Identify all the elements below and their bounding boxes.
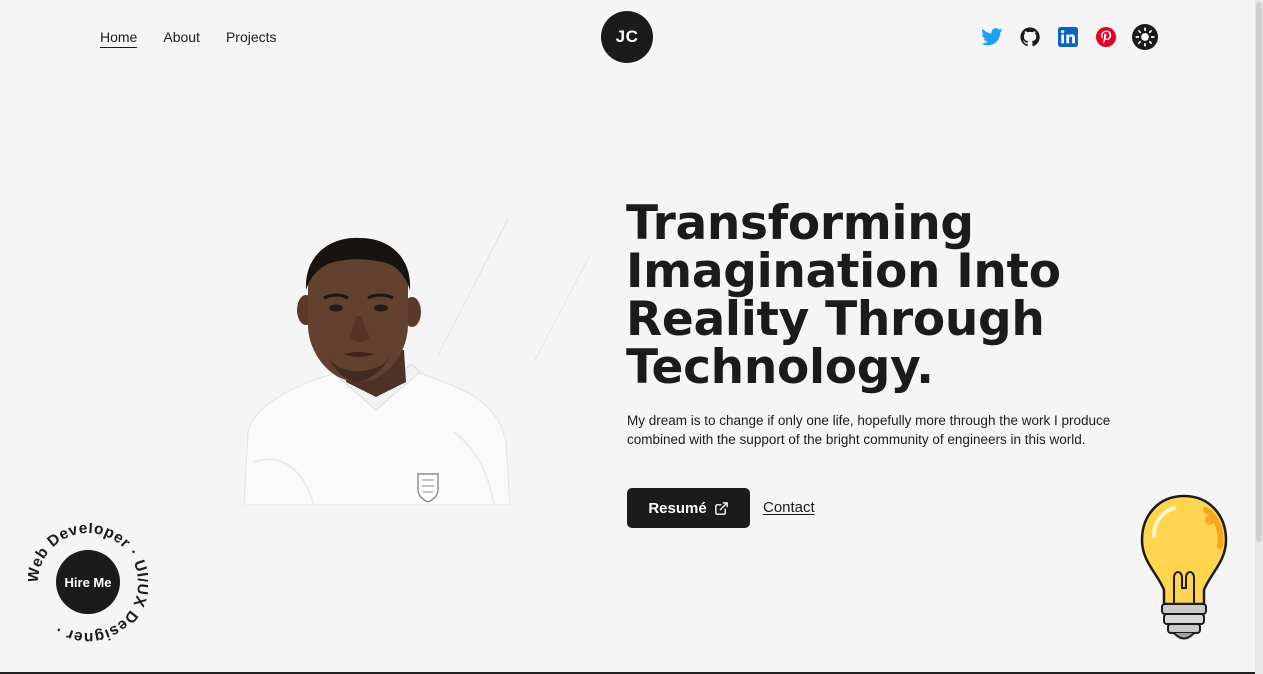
pinterest-icon[interactable] — [1094, 25, 1118, 49]
scrollbar-thumb[interactable] — [1256, 2, 1262, 542]
twitter-icon[interactable] — [980, 25, 1004, 49]
site-logo[interactable]: JC — [601, 11, 653, 63]
social-links — [980, 24, 1158, 50]
sun-icon[interactable] — [1132, 24, 1158, 50]
lightbulb-icon — [1140, 494, 1228, 640]
external-link-icon — [714, 501, 728, 515]
github-icon[interactable] — [1018, 25, 1042, 49]
hero-intro: My dream is to change if only one life, … — [627, 413, 1111, 447]
nav-projects[interactable]: Projects — [226, 28, 277, 48]
contact-link[interactable]: Contact — [763, 499, 815, 516]
resume-button[interactable]: Resumé — [627, 488, 750, 528]
page-scrollbar[interactable] — [1255, 0, 1263, 674]
resume-label: Resumé — [648, 499, 707, 517]
profile-portrait — [244, 237, 511, 505]
linkedin-icon[interactable] — [1056, 25, 1080, 49]
main-nav: Home About Projects — [100, 28, 277, 48]
hero-headline: Transforming Imagination Into Reality Th… — [626, 196, 1061, 395]
nav-home[interactable]: Home — [100, 28, 138, 48]
hire-me-badge: Web Developer · UI/UX Designer · Hire Me — [28, 523, 148, 643]
nav-about[interactable]: About — [163, 28, 200, 48]
hire-me-button[interactable]: Hire Me — [56, 550, 120, 614]
